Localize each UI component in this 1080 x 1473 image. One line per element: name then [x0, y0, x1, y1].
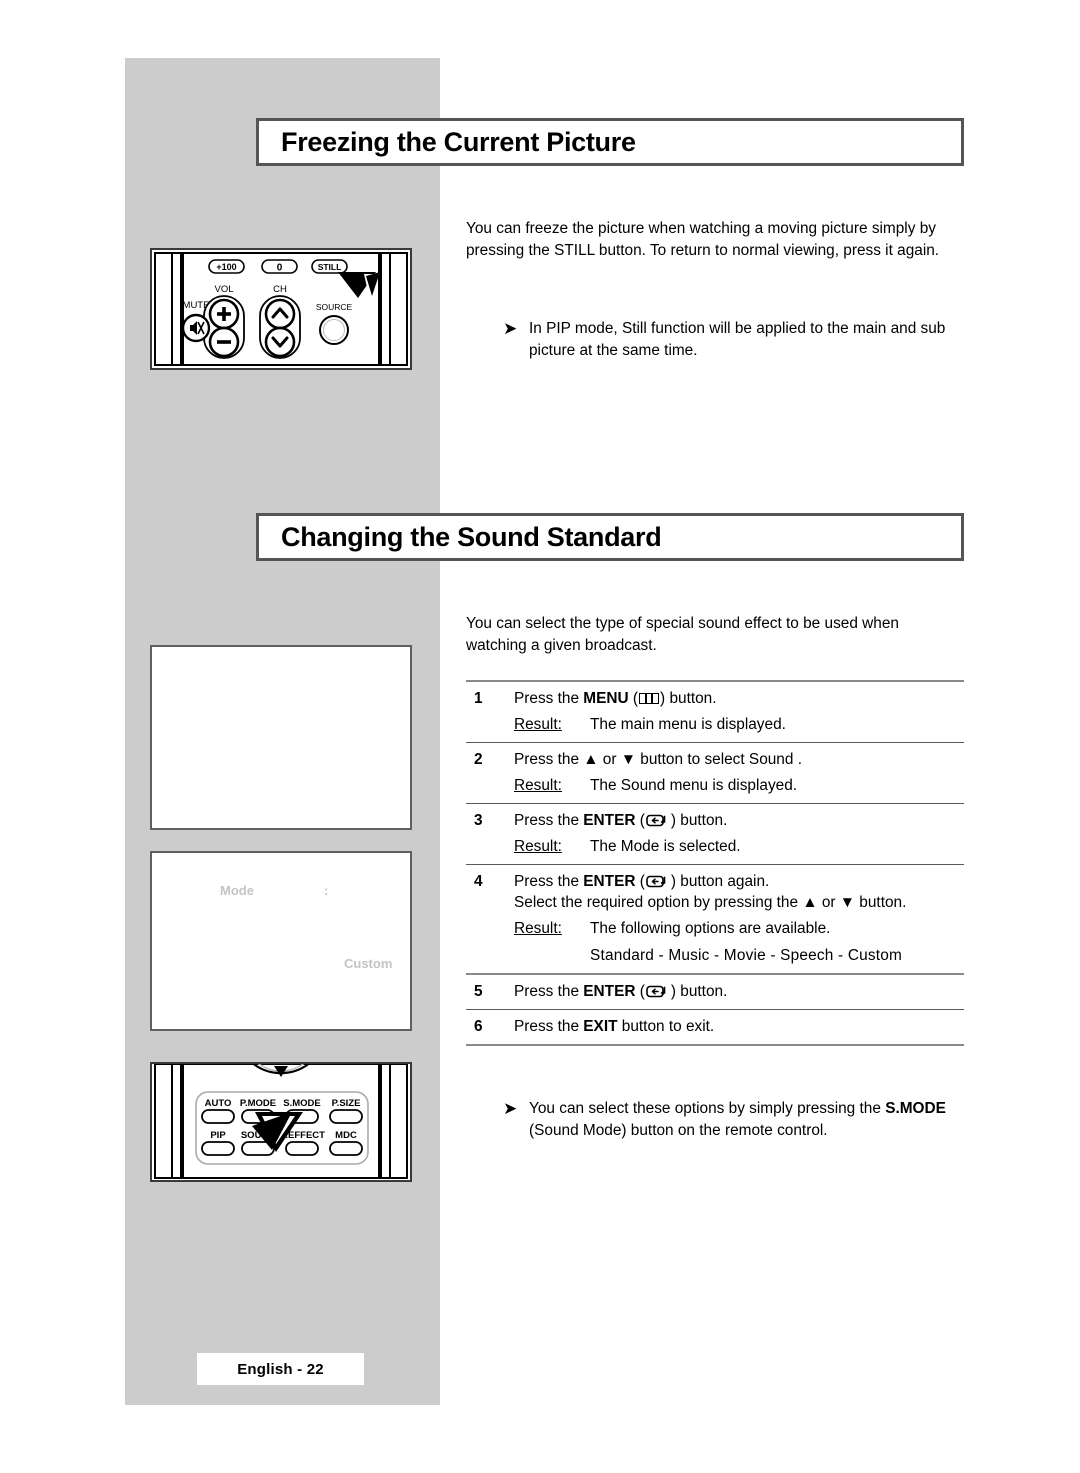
freezing-note: ➤ In PIP mode, Still function will be ap…	[503, 318, 973, 361]
result-label: Result:	[514, 716, 562, 733]
step-text-after: button.	[665, 690, 717, 707]
enter-icon	[646, 875, 666, 888]
step-instruction: Press the MENU () button.	[514, 688, 964, 709]
result-text: The Sound menu is displayed.	[590, 777, 798, 794]
paren-open: (	[628, 690, 639, 707]
svg-text:P.SIZE: P.SIZE	[332, 1098, 361, 1109]
paren-open: (	[635, 983, 645, 1000]
step-text-before: Press the	[514, 690, 584, 707]
result-label: Result:	[514, 777, 562, 794]
step-text-before: Press the	[514, 1018, 584, 1035]
step-number: 4	[474, 873, 483, 890]
arrow-bullet-icon: ➤	[503, 1099, 518, 1118]
osd-screenshot-sound-menu: Mode : Custom	[150, 851, 412, 1031]
remote-bottom-svg: AUTO P.MODE S.MODE P.SIZE PIP SOUND S.EF…	[154, 1047, 408, 1179]
paren-open: (	[635, 812, 645, 829]
result-label: Result:	[514, 838, 562, 855]
step-bold-key: ENTER	[583, 812, 636, 829]
step-instruction: Press the ENTER () button again.	[514, 871, 964, 892]
result-text: The main menu is displayed.	[590, 716, 786, 733]
step-instruction: Press the EXIT button to exit.	[514, 1016, 964, 1037]
step-number: 5	[474, 983, 483, 1000]
svg-text:SOURCE: SOURCE	[316, 302, 353, 312]
osd-screenshot-main-menu	[150, 645, 412, 830]
osd-custom-value: Custom	[344, 956, 393, 971]
step-bold-key: ENTER	[583, 983, 636, 1000]
step-result: Result: The Sound menu is displayed.	[514, 775, 964, 796]
step-text-before: Press the	[514, 983, 584, 1000]
svg-text:PIP: PIP	[210, 1130, 226, 1141]
freezing-note-text: In PIP mode, Still function will be appl…	[529, 320, 946, 359]
note-suffix: (Sound Mode) button on the remote contro…	[529, 1121, 828, 1139]
step-number: 1	[474, 690, 483, 707]
enter-icon	[646, 814, 666, 827]
step-row-1: 1 Press the MENU () button. Result: The …	[466, 682, 964, 742]
step-text-after: button.	[676, 983, 728, 1000]
step-row-3: 3 Press the ENTER () button. Result: The…	[466, 804, 964, 864]
freezing-intro-text: You can freeze the picture when watching…	[466, 220, 940, 259]
step-text-after: button again.	[676, 873, 770, 890]
procedure-steps: 1 Press the MENU () button. Result: The …	[466, 680, 964, 1046]
svg-text:P.MODE: P.MODE	[240, 1098, 276, 1109]
result-label: Result:	[514, 920, 562, 937]
step-text-before: Press the	[514, 873, 584, 890]
section-heading-freezing: Freezing the Current Picture	[256, 118, 964, 166]
step-bold-key: EXIT	[583, 1018, 618, 1035]
note-bold-key: S.MODE	[885, 1100, 946, 1117]
step-divider	[466, 1044, 964, 1046]
sound-mode-note: ➤ You can select these options by simply…	[503, 1098, 963, 1141]
remote-control-illustration-bottom: AUTO P.MODE S.MODE P.SIZE PIP SOUND S.EF…	[150, 1047, 412, 1182]
step-instruction-line2: Select the required option by pressing t…	[514, 894, 907, 911]
remote-control-illustration-top: +100 0 STILL VOL CH MUTE SOURCE	[150, 248, 412, 370]
svg-text:AUTO: AUTO	[205, 1098, 232, 1109]
result-text: The following options are available.	[590, 920, 831, 937]
step-row-2: 2 Press the ▲ or ▼ button to select Soun…	[466, 743, 964, 803]
step-row-5: 5 Press the ENTER () button.	[466, 975, 964, 1009]
remote-top-svg: +100 0 STILL VOL CH MUTE SOURCE	[154, 252, 408, 366]
sound-mode-note-text: You can select these options by simply p…	[529, 1098, 963, 1141]
result-text: The Mode is selected.	[590, 838, 741, 855]
step-row-6: 6 Press the EXIT button to exit.	[466, 1010, 964, 1044]
step-bold-key: MENU	[583, 690, 629, 707]
note-prefix: You can select these options by simply p…	[529, 1100, 886, 1117]
step-number: 2	[474, 751, 483, 768]
step-bold-key: ENTER	[583, 873, 636, 890]
svg-text:VOL: VOL	[214, 284, 233, 295]
menu-icon	[639, 693, 660, 704]
step-text-after: button to exit.	[617, 1018, 715, 1035]
step-instruction: Press the ENTER () button.	[514, 981, 964, 1002]
section-heading-sound-standard: Changing the Sound Standard	[256, 513, 964, 561]
step-result: Result: The main menu is displayed.	[514, 714, 964, 735]
sound-mode-options: Standard - Music - Movie - Speech - Cust…	[590, 947, 903, 964]
svg-text:MDC: MDC	[335, 1130, 357, 1141]
paren-open: (	[635, 873, 645, 890]
manual-page: Freezing the Current Picture +100 0 STIL…	[0, 0, 1080, 1473]
osd-colon-label: :	[324, 883, 329, 898]
svg-text:0: 0	[277, 263, 283, 274]
section-heading-text: Freezing the Current Picture	[281, 126, 636, 157]
step-instruction: Press the ENTER () button.	[514, 810, 964, 831]
step-text-after: button.	[676, 812, 728, 829]
step-text-before: Press the	[514, 812, 584, 829]
step-result: Result: The following options are availa…	[514, 918, 964, 939]
step-number: 3	[474, 812, 483, 829]
step-row-4: 4 Press the ENTER () button again. Selec…	[466, 865, 964, 973]
svg-text:CH: CH	[273, 284, 287, 295]
step-instruction: Press the ▲ or ▼ button to select Sound …	[514, 751, 802, 768]
svg-text:STILL: STILL	[318, 262, 342, 272]
step-number: 6	[474, 1018, 483, 1035]
footer-page-label: English - 22	[197, 1353, 364, 1385]
osd-mode-label: Mode	[220, 883, 254, 898]
enter-icon	[646, 985, 666, 998]
svg-text:+100: +100	[216, 262, 236, 272]
arrow-bullet-icon: ➤	[503, 319, 518, 338]
svg-text:S.MODE: S.MODE	[283, 1098, 320, 1109]
step-result: Result: The Mode is selected.	[514, 836, 964, 857]
sound-intro-text: You can select the type of special sound…	[466, 615, 899, 654]
section-heading-text-2: Changing the Sound Standard	[281, 521, 662, 552]
